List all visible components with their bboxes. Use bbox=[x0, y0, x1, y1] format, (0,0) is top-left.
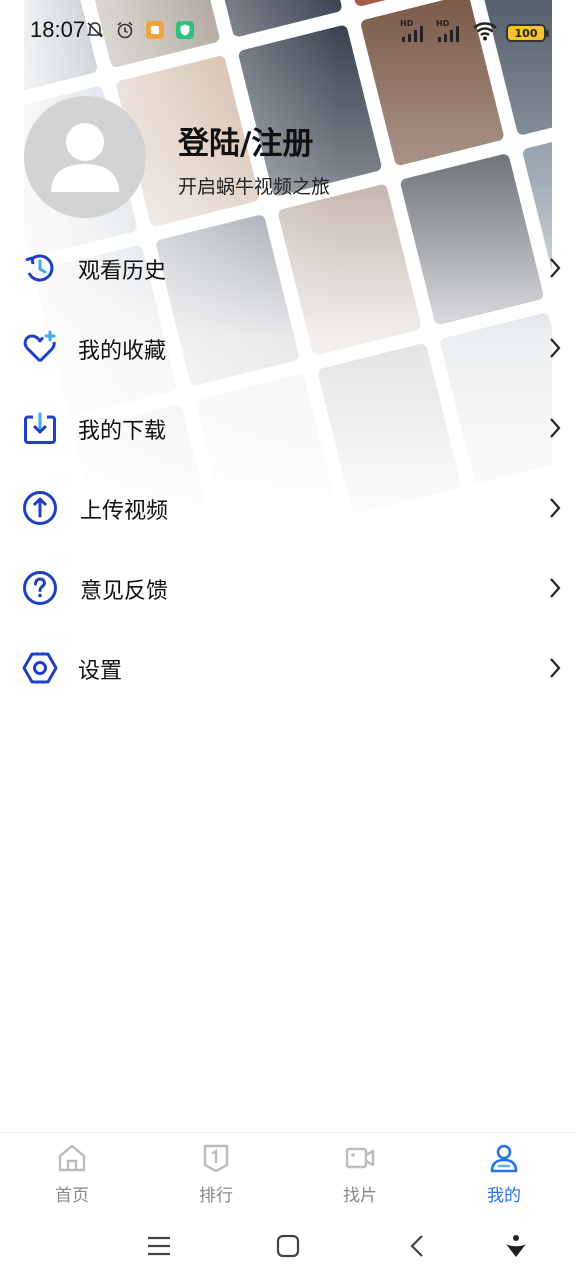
security-shield-icon bbox=[174, 19, 196, 41]
menu-item-favorites[interactable]: 我的收藏 bbox=[0, 308, 576, 388]
home-square-icon[interactable] bbox=[274, 1232, 302, 1260]
ranking-icon bbox=[203, 1144, 229, 1173]
chevron-right-icon bbox=[550, 498, 561, 518]
menu-item-feedback[interactable]: 意见反馈 bbox=[0, 548, 576, 628]
status-time: 18:07 bbox=[30, 17, 86, 42]
menu-item-downloads[interactable]: 我的下载 bbox=[0, 388, 576, 468]
tab-mine[interactable]: 我的 bbox=[444, 1133, 564, 1213]
status-icons-right: HD HD 100 bbox=[400, 19, 549, 46]
assistant-icon[interactable] bbox=[502, 1232, 530, 1260]
tab-label: 排行 bbox=[199, 1186, 233, 1206]
chevron-right-icon bbox=[550, 338, 561, 358]
tab-label: 首页 bbox=[55, 1186, 89, 1206]
tab-label: 找片 bbox=[343, 1186, 377, 1206]
menu-item-settings[interactable]: 设置 bbox=[0, 628, 576, 708]
cell-signal-icon: HD bbox=[400, 19, 428, 44]
user-icon bbox=[490, 1144, 518, 1173]
battery-indicator: 100 bbox=[506, 24, 549, 42]
mute-bell-icon bbox=[84, 19, 106, 41]
settings-hexagon-icon bbox=[22, 652, 58, 684]
status-icons-left bbox=[84, 19, 196, 41]
menu-label: 我的收藏 bbox=[78, 339, 167, 364]
menu-item-history[interactable]: 观看历史 bbox=[0, 228, 576, 308]
menu-lines-icon[interactable] bbox=[145, 1232, 173, 1260]
system-navigation-bar bbox=[0, 1212, 576, 1280]
back-chevron-icon[interactable] bbox=[404, 1232, 432, 1260]
history-icon bbox=[25, 254, 54, 282]
menu-item-upload[interactable]: 上传视频 bbox=[0, 468, 576, 548]
chevron-right-icon bbox=[550, 258, 561, 278]
menu-label: 意见反馈 bbox=[80, 579, 169, 604]
tab-home[interactable]: 首页 bbox=[12, 1133, 132, 1213]
favorite-heart-icon bbox=[23, 330, 56, 363]
chevron-right-icon bbox=[550, 658, 561, 678]
cell-signal-icon: HD bbox=[436, 19, 464, 44]
menu-label: 我的下载 bbox=[78, 419, 167, 444]
feedback-question-icon bbox=[23, 571, 57, 605]
menu-label: 上传视频 bbox=[80, 499, 169, 524]
download-icon bbox=[24, 412, 56, 444]
avatar[interactable] bbox=[24, 96, 146, 218]
bottom-tab-bar: 首页 排行 找片 我的 bbox=[0, 1132, 576, 1212]
status-bar: 18:07 HD HD 100 bbox=[0, 0, 576, 60]
tab-discover[interactable]: 找片 bbox=[300, 1133, 420, 1213]
chevron-right-icon bbox=[550, 418, 561, 438]
video-camera-icon bbox=[345, 1147, 375, 1169]
profile-menu: 观看历史 我的收藏 我的下载 上传视频 意见反馈 设置 bbox=[0, 228, 576, 708]
tab-label: 我的 bbox=[487, 1186, 521, 1206]
alarm-clock-icon bbox=[114, 19, 136, 41]
login-register-link[interactable]: 登陆/注册 bbox=[178, 118, 313, 163]
default-user-avatar-icon bbox=[51, 123, 119, 192]
app-notification-icon bbox=[144, 19, 166, 41]
home-icon bbox=[58, 1144, 86, 1172]
menu-label: 设置 bbox=[78, 659, 123, 684]
profile-subtitle: 开启蜗牛视频之旅 bbox=[178, 176, 331, 198]
chevron-right-icon bbox=[550, 578, 561, 598]
wifi-icon bbox=[472, 20, 498, 46]
upload-icon bbox=[23, 491, 57, 525]
tab-ranking[interactable]: 排行 bbox=[156, 1133, 276, 1213]
menu-label: 观看历史 bbox=[78, 259, 167, 284]
